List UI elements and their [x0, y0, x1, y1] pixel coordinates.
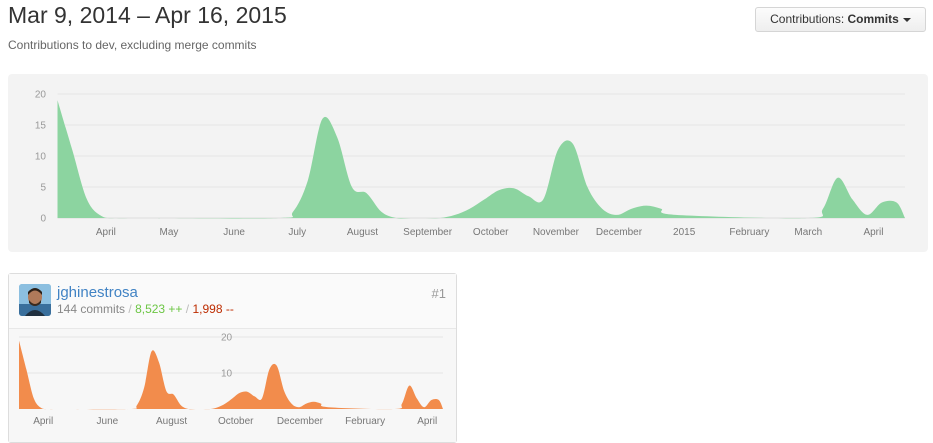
x-tick-label: April	[863, 227, 883, 238]
x-tick-label: June	[97, 416, 119, 427]
x-tick-label: April	[96, 227, 116, 238]
contributions-label: Contributions:	[770, 12, 845, 26]
deletions-count: 1,998 --	[192, 302, 234, 316]
contributor-chart[interactable]: 10 20 April June August October December Februa…	[9, 329, 456, 442]
contributions-chart-panel: 0 5 10 15 20 April May June July August September O…	[8, 74, 928, 252]
x-tick-label: September	[403, 227, 453, 238]
stats-separator: /	[185, 302, 190, 316]
contributor-card-header: jghinestrosa 144 commits / 8,523 ++ / 1,…	[9, 274, 456, 329]
chevron-down-icon	[902, 17, 911, 22]
y-tick-label: 10	[35, 152, 47, 163]
contributor-stats: 144 commits / 8,523 ++ / 1,998 --	[57, 302, 234, 316]
stats-separator: /	[128, 302, 132, 316]
y-tick-label: 5	[40, 183, 46, 194]
y-tick-label: 0	[40, 214, 46, 225]
y-tick-label: 20	[221, 333, 233, 344]
x-tick-label: 2015	[673, 227, 696, 238]
x-tick-label: August	[347, 227, 378, 238]
y-tick-label: 10	[221, 369, 233, 380]
x-tick-label: February	[345, 416, 385, 427]
contributor-card: jghinestrosa 144 commits / 8,523 ++ / 1,…	[8, 273, 457, 443]
contributor-chart-panel: 10 20 April June August October December Februa…	[9, 329, 456, 442]
x-tick-label: May	[160, 227, 179, 238]
x-tick-label: December	[277, 416, 324, 427]
y-tick-label: 20	[35, 90, 47, 101]
x-tick-label: February	[729, 227, 769, 238]
contributor-rank: #1	[431, 286, 446, 301]
page-subtitle: Contributions to dev, excluding merge co…	[8, 38, 257, 52]
x-tick-label: June	[223, 227, 245, 238]
x-tick-label: October	[218, 416, 254, 427]
commits-area	[57, 100, 905, 219]
commit-count: 144 commits	[57, 302, 126, 316]
avatar[interactable]	[19, 284, 51, 316]
x-tick-label: March	[794, 227, 822, 238]
x-tick-label: July	[288, 227, 306, 238]
x-tick-label: August	[156, 416, 187, 427]
x-tick-label: December	[596, 227, 643, 238]
contributions-dropdown[interactable]: Contributions: Commits	[755, 7, 926, 32]
additions-count: 8,523 ++	[135, 302, 183, 316]
x-tick-label: April	[33, 416, 53, 427]
x-tick-label: October	[473, 227, 509, 238]
avatar-image	[19, 284, 51, 316]
contributions-value: Commits	[847, 12, 899, 26]
contributor-username-link[interactable]: jghinestrosa	[57, 284, 138, 301]
y-tick-label: 15	[35, 121, 47, 132]
page-title: Mar 9, 2014 – Apr 16, 2015	[8, 2, 287, 28]
x-tick-label: April	[417, 416, 437, 427]
x-tick-label: November	[533, 227, 580, 238]
contributions-chart[interactable]: 0 5 10 15 20 April May June July August September O…	[8, 74, 928, 252]
